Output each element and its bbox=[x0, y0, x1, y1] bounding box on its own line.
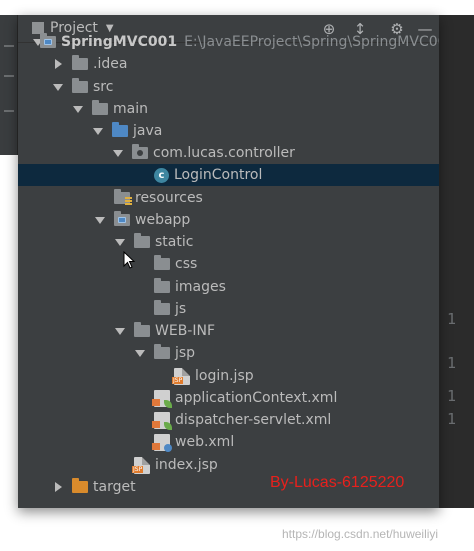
tree-item-label: css bbox=[175, 256, 198, 272]
tree-item-label: resources bbox=[135, 190, 203, 206]
tree-row[interactable]: jsp bbox=[18, 342, 439, 364]
spring-xml-icon bbox=[152, 411, 172, 430]
tree-item-label: dispatcher-servlet.xml bbox=[175, 412, 332, 428]
strip-mark bbox=[4, 75, 14, 77]
tree-row[interactable]: css bbox=[18, 253, 439, 275]
chevron-down-icon[interactable] bbox=[112, 147, 124, 159]
gutter-number: 1 bbox=[447, 310, 457, 328]
module-path: E:\JavaEEProject\Spring\SpringMVC001 bbox=[184, 34, 439, 50]
tree-row[interactable]: main bbox=[18, 98, 439, 120]
tree-item-label: .idea bbox=[93, 56, 128, 72]
tree-row[interactable]: SpringMVC001 E:\JavaEEProject\Spring\Spri… bbox=[18, 31, 439, 53]
tree-row[interactable]: c LoginControl bbox=[18, 164, 439, 186]
tree-item-label: images bbox=[175, 279, 226, 295]
tree-row[interactable]: resources bbox=[18, 187, 439, 209]
source-folder-icon bbox=[112, 122, 128, 137]
spring-xml-icon bbox=[152, 389, 172, 408]
tree-row[interactable]: java bbox=[18, 120, 439, 142]
tree-item-label: java bbox=[133, 123, 163, 139]
folder-icon bbox=[92, 100, 108, 115]
folder-icon bbox=[154, 278, 170, 293]
left-tool-strip bbox=[0, 15, 18, 155]
class-icon: c bbox=[154, 167, 169, 183]
tree-item-label: jsp bbox=[175, 345, 196, 361]
tree-row[interactable]: js bbox=[18, 298, 439, 320]
tree-row[interactable]: JSP login.jsp bbox=[18, 365, 439, 387]
tree-row[interactable]: JSP index.jsp bbox=[18, 454, 439, 476]
tree-row[interactable]: images bbox=[18, 276, 439, 298]
chevron-down-icon[interactable] bbox=[114, 236, 126, 248]
project-panel: Project ▼ ⊕ ↕ ⚙ — SpringMVC001 E:\JavaEEP… bbox=[18, 15, 439, 508]
tree-item-label: js bbox=[175, 301, 187, 317]
tree-row[interactable]: dispatcher-servlet.xml bbox=[18, 409, 439, 431]
folder-icon bbox=[72, 78, 88, 93]
footer-url: https://blog.csdn.net/huweiliyi bbox=[282, 527, 439, 541]
package-icon bbox=[132, 144, 148, 159]
tree-row[interactable]: webapp bbox=[18, 209, 439, 231]
tree-item-label: SpringMVC001 bbox=[61, 34, 178, 50]
tree-item-label: webapp bbox=[135, 212, 191, 228]
folder-icon bbox=[154, 255, 170, 270]
resources-folder-icon bbox=[114, 189, 132, 205]
jsp-file-icon: JSP bbox=[172, 367, 190, 385]
chevron-right-icon[interactable] bbox=[52, 481, 64, 493]
tree-item-label: WEB-INF bbox=[155, 323, 215, 339]
web-folder-icon bbox=[114, 211, 130, 226]
chevron-down-icon[interactable] bbox=[134, 347, 146, 359]
chevron-down-icon[interactable] bbox=[94, 214, 106, 226]
tree-item-label: com.lucas.controller bbox=[153, 145, 295, 161]
chevron-down-icon[interactable] bbox=[92, 125, 104, 137]
web-xml-icon bbox=[152, 433, 172, 452]
module-folder-icon bbox=[40, 33, 56, 48]
tree-item-label: static bbox=[155, 234, 194, 250]
chevron-right-icon[interactable] bbox=[52, 58, 64, 70]
tree-row[interactable]: WEB-INF bbox=[18, 320, 439, 342]
chevron-down-icon[interactable] bbox=[52, 81, 64, 93]
tree-row[interactable]: static bbox=[18, 231, 439, 253]
tree-item-label: login.jsp bbox=[195, 368, 254, 384]
tree-item-label: target bbox=[93, 479, 136, 495]
folder-icon bbox=[154, 300, 170, 315]
chevron-down-icon[interactable] bbox=[114, 325, 126, 337]
strip-mark bbox=[4, 110, 14, 112]
jsp-file-icon: JSP bbox=[132, 456, 150, 474]
tree-row[interactable]: .idea bbox=[18, 53, 439, 75]
mouse-cursor-icon bbox=[123, 251, 136, 269]
folder-icon bbox=[154, 344, 170, 359]
tree-item-label: main bbox=[113, 101, 148, 117]
gutter-number: 1 bbox=[447, 387, 457, 405]
tree-row[interactable]: src bbox=[18, 76, 439, 98]
tree-row[interactable]: com.lucas.controller bbox=[18, 142, 439, 164]
target-folder-icon bbox=[72, 478, 88, 493]
tree-item-label: src bbox=[93, 79, 114, 95]
tree-item-label: web.xml bbox=[175, 434, 235, 450]
tree-item-label: LoginControl bbox=[174, 167, 263, 183]
tree-row[interactable]: web.xml bbox=[18, 431, 439, 453]
editor-gutter: 1 1 1 1 bbox=[439, 15, 474, 508]
tree-row[interactable]: applicationContext.xml bbox=[18, 387, 439, 409]
folder-icon bbox=[134, 322, 150, 337]
tree-item-label: applicationContext.xml bbox=[175, 390, 338, 406]
folder-icon bbox=[134, 233, 150, 248]
folder-icon bbox=[72, 55, 88, 70]
gutter-number: 1 bbox=[447, 354, 457, 372]
tree-item-label: index.jsp bbox=[155, 457, 218, 473]
chevron-down-icon[interactable] bbox=[72, 103, 84, 115]
overlay-label: By-Lucas-6125220 bbox=[270, 474, 405, 491]
strip-mark bbox=[4, 45, 14, 47]
gutter-number: 1 bbox=[447, 410, 457, 428]
